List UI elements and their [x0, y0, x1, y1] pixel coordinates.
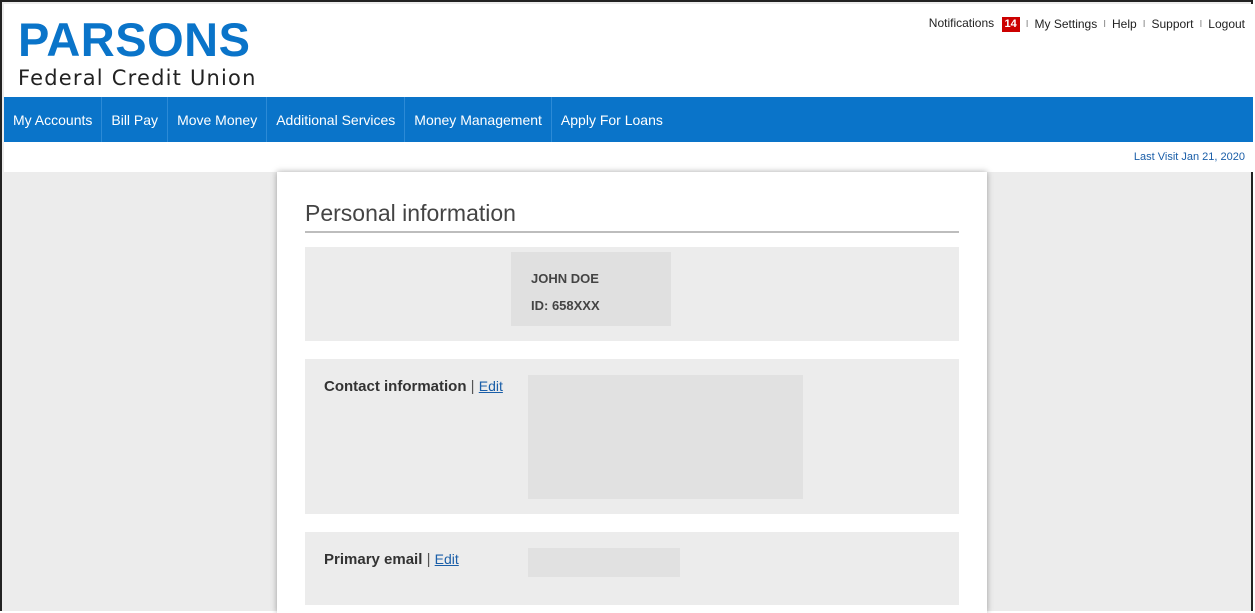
- personal-info-card: Personal information JOHN DOE ID: 658XXX…: [277, 172, 987, 613]
- nav-bill-pay[interactable]: Bill Pay: [102, 97, 169, 142]
- nav-apply-for-loans[interactable]: Apply For Loans: [552, 97, 672, 142]
- logout-link[interactable]: Logout: [1208, 17, 1245, 31]
- member-id: ID: 658XXX: [531, 298, 600, 313]
- main-nav: My Accounts Bill Pay Move Money Addition…: [4, 97, 1253, 142]
- support-link[interactable]: Support: [1151, 17, 1193, 31]
- primary-email-value: [528, 548, 680, 577]
- notifications-label: Notifications: [928, 16, 995, 30]
- my-settings-link[interactable]: My Settings: [1035, 17, 1098, 31]
- brand-logo[interactable]: PARSONS: [18, 16, 250, 64]
- nav-money-management[interactable]: Money Management: [405, 97, 552, 142]
- contact-info-value: [528, 375, 803, 499]
- help-link[interactable]: Help: [1112, 17, 1137, 31]
- separator: I: [1199, 18, 1203, 30]
- edit-contact-link[interactable]: Edit: [479, 378, 503, 394]
- nav-my-accounts[interactable]: My Accounts: [4, 97, 103, 142]
- separator: I: [1142, 18, 1146, 30]
- title-divider: [305, 231, 959, 233]
- identity-box: JOHN DOE ID: 658XXX: [511, 252, 671, 326]
- primary-email-label: Primary email: [324, 551, 423, 568]
- member-name: JOHN DOE: [531, 271, 599, 286]
- info-strip: Last Visit Jan 21, 2020: [4, 142, 1253, 172]
- page-title: Personal information: [305, 200, 516, 226]
- primary-email-heading: Primary email | Edit: [324, 551, 459, 568]
- contact-info-heading: Contact information | Edit: [324, 378, 503, 395]
- notifications-count-badge: 14: [1001, 17, 1020, 32]
- separator: |: [426, 551, 431, 568]
- nav-move-money[interactable]: Move Money: [168, 97, 268, 142]
- separator: |: [470, 378, 475, 395]
- last-visit-text: Last Visit Jan 21, 2020: [1133, 151, 1245, 163]
- brand-subtitle: Federal Credit Union: [18, 66, 257, 90]
- identity-panel: JOHN DOE ID: 658XXX: [305, 247, 959, 341]
- contact-info-panel: Contact information | Edit: [305, 359, 959, 514]
- header: PARSONS Federal Credit Union Notificatio…: [4, 4, 1253, 97]
- page-frame: PARSONS Federal Credit Union Notificatio…: [0, 0, 1253, 613]
- nav-additional-services[interactable]: Additional Services: [267, 97, 406, 142]
- edit-email-link[interactable]: Edit: [435, 551, 459, 567]
- utility-links: Notifications 14 I My Settings I Help I …: [929, 16, 1245, 32]
- separator: I: [1103, 18, 1107, 30]
- contact-info-label: Contact information: [324, 378, 467, 395]
- separator: I: [1025, 18, 1029, 30]
- notifications-link[interactable]: Notifications 14: [929, 16, 1020, 32]
- primary-email-panel: Primary email | Edit: [305, 532, 959, 605]
